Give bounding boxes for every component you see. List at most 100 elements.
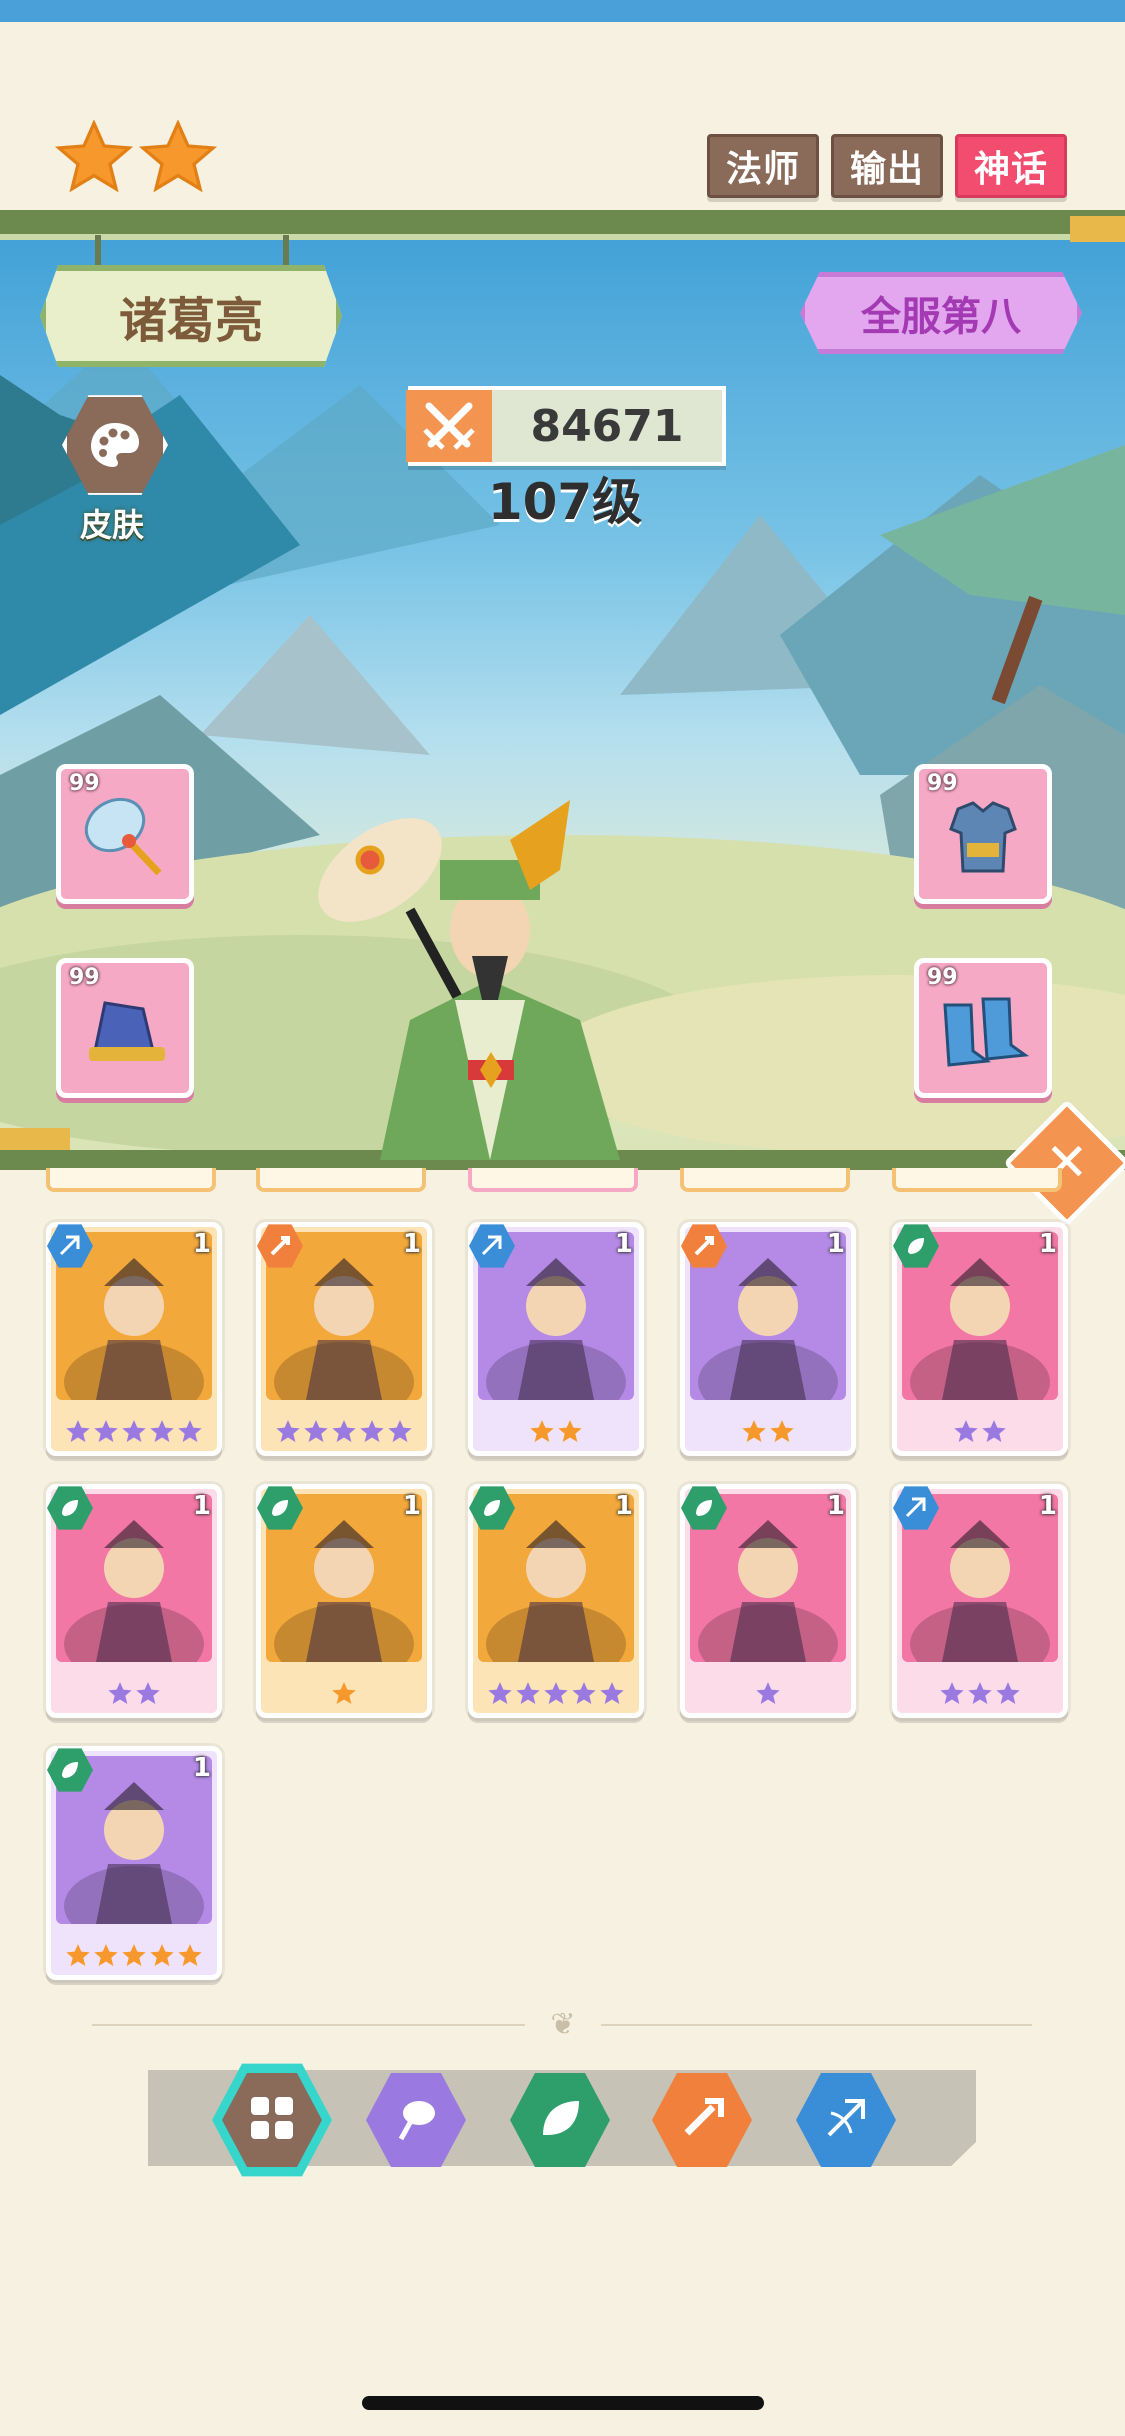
star-icon (332, 1682, 356, 1704)
star-icon (770, 1420, 794, 1442)
equip-slot-boots[interactable]: 99 (914, 958, 1052, 1098)
hero-card[interactable]: 1 (468, 1222, 644, 1456)
star-icon (136, 1682, 160, 1704)
sword-icon (675, 2091, 729, 2149)
card-level: 1 (1038, 1229, 1057, 1259)
hero-card[interactable]: 1 (256, 1484, 432, 1718)
hero-card[interactable]: 1 (680, 1222, 856, 1456)
card-level: 1 (826, 1229, 845, 1259)
hero-card[interactable]: 1 (892, 1484, 1068, 1718)
star-icon (150, 1944, 174, 1966)
card-level: 1 (1038, 1491, 1057, 1521)
hero-rarity-stars (55, 120, 217, 198)
equip-slot-hat[interactable]: 99 (56, 958, 194, 1098)
hero-card[interactable]: 1 (46, 1746, 222, 1980)
card-star-rating (51, 1943, 217, 1969)
hero-card[interactable]: 1 (256, 1222, 432, 1456)
star-icon (388, 1420, 412, 1442)
star-icon (332, 1420, 356, 1442)
star-icon (66, 1420, 90, 1442)
star-icon (558, 1420, 582, 1442)
star-icon (150, 1420, 174, 1442)
tag-role: 输出 (830, 134, 943, 198)
gold-ornament (1070, 216, 1125, 242)
equip-slot-armor[interactable]: 99 (914, 764, 1052, 904)
star-icon (94, 1944, 118, 1966)
card-star-rating (261, 1419, 427, 1445)
card-peek (892, 1168, 1062, 1192)
card-level: 1 (614, 1229, 633, 1259)
bow-icon (819, 2091, 873, 2149)
armor-icon (949, 801, 1017, 873)
star-icon (276, 1420, 300, 1442)
star-icon (108, 1682, 132, 1704)
hero-character-art[interactable] (240, 760, 740, 1160)
card-peek (46, 1168, 216, 1192)
leaf-icon (533, 2091, 587, 2149)
combat-power-value: 84671 (530, 400, 684, 452)
star-icon (488, 1682, 512, 1704)
star-icon (600, 1682, 624, 1704)
card-star-rating (51, 1681, 217, 1707)
star-icon (516, 1682, 540, 1704)
fan-weapon-icon (84, 797, 162, 876)
star-icon (982, 1420, 1006, 1442)
hero-card[interactable]: 1 (46, 1484, 222, 1718)
divider-ornament-icon: ❦ (525, 2007, 601, 2042)
star-icon (572, 1682, 596, 1704)
star-icon (996, 1682, 1020, 1704)
star-icon (954, 1420, 978, 1442)
skin-button[interactable]: 皮肤 (62, 392, 168, 546)
star-icon (122, 1944, 146, 1966)
card-star-rating (51, 1419, 217, 1445)
star-icon (968, 1682, 992, 1704)
card-star-rating (473, 1681, 639, 1707)
star-icon (55, 120, 133, 193)
star-icon (122, 1420, 146, 1442)
star-icon (360, 1420, 384, 1442)
hero-card[interactable]: 1 (46, 1222, 222, 1456)
stage-top-rail (0, 210, 1125, 240)
hero-card[interactable]: 1 (680, 1484, 856, 1718)
crossed-swords-icon (406, 390, 492, 462)
card-level: 1 (192, 1229, 211, 1259)
hat-icon (89, 1001, 165, 1061)
skin-label: 皮肤 (79, 506, 144, 544)
mage-icon (389, 2091, 443, 2149)
card-star-rating (261, 1681, 427, 1707)
star-icon (940, 1682, 964, 1704)
card-level: 1 (192, 1491, 211, 1521)
hero-card[interactable]: 1 (468, 1484, 644, 1718)
star-icon (756, 1682, 780, 1704)
combat-power-panel: 84671 (406, 386, 726, 466)
card-peek (468, 1168, 638, 1192)
star-icon (178, 1420, 202, 1442)
status-bar (0, 0, 1125, 22)
card-level: 1 (402, 1229, 421, 1259)
card-peek (256, 1168, 426, 1192)
hero-level: 107级 (487, 473, 643, 531)
card-star-rating (685, 1681, 851, 1707)
equip-slot-weapon[interactable]: 99 (56, 764, 194, 904)
grid-icon (245, 2091, 299, 2149)
card-level: 1 (192, 1753, 211, 1783)
card-level: 1 (826, 1491, 845, 1521)
hero-card[interactable]: 1 (892, 1222, 1068, 1456)
card-level: 1 (402, 1491, 421, 1521)
star-icon (304, 1420, 328, 1442)
card-star-rating (685, 1419, 851, 1445)
star-icon (530, 1420, 554, 1442)
boots-icon (943, 997, 1030, 1067)
card-star-rating (897, 1419, 1063, 1445)
hero-tags: 法师 输出 神话 (706, 134, 1067, 198)
star-icon (94, 1420, 118, 1442)
star-icon (544, 1682, 568, 1704)
palette-icon (62, 395, 168, 495)
star-icon (66, 1944, 90, 1966)
tag-class: 法师 (706, 134, 819, 198)
server-rank-badge[interactable]: 全服第八 (800, 272, 1082, 354)
star-icon (178, 1944, 202, 1966)
card-star-rating (473, 1419, 639, 1445)
card-peek (680, 1168, 850, 1192)
star-icon (742, 1420, 766, 1442)
